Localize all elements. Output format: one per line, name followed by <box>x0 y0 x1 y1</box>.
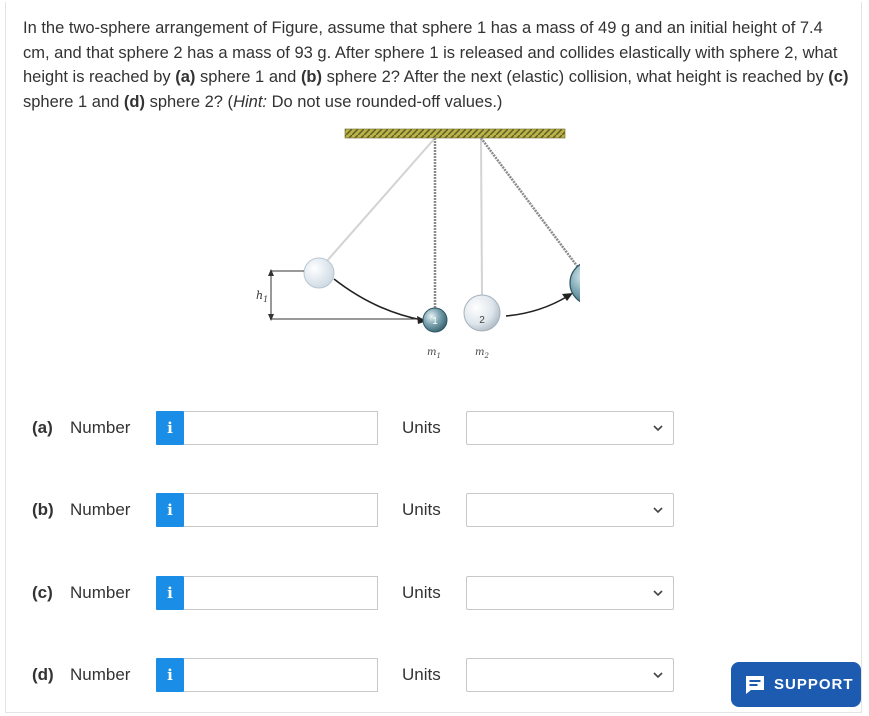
sphere-1-released <box>303 257 335 289</box>
info-icon-c[interactable]: i <box>156 576 184 610</box>
number-input-c[interactable] <box>184 576 378 610</box>
chevron-down-icon <box>653 672 663 679</box>
units-label-d: Units <box>402 665 441 684</box>
number-input-a[interactable] <box>184 411 378 445</box>
chevron-down-icon <box>653 590 663 597</box>
number-input-b[interactable] <box>184 493 378 527</box>
support-label: SUPPORT <box>774 676 854 693</box>
units-label-c: Units <box>402 583 441 602</box>
units-select-a[interactable] <box>466 411 674 445</box>
info-icon-d[interactable]: i <box>156 658 184 692</box>
chevron-down-icon <box>653 507 663 514</box>
part-label-d: (d) <box>32 665 54 684</box>
swing-arc-2 <box>505 295 569 317</box>
m2-label: m2 <box>475 347 489 360</box>
sphere-2-label: 2 <box>479 315 485 326</box>
height-arrow-down <box>268 314 274 321</box>
number-label-b: Number <box>70 500 131 519</box>
answer-row-a: (a) Number i Units <box>0 408 869 448</box>
m1-label: m1 <box>427 347 441 360</box>
units-select-d[interactable] <box>466 658 674 692</box>
string-ghost-2 <box>480 137 483 297</box>
string-ghost-1 <box>318 137 436 271</box>
units-label-a: Units <box>402 418 441 437</box>
number-label-d: Number <box>70 665 131 684</box>
info-icon-b[interactable]: i <box>156 493 184 527</box>
answer-row-c: (c) Number i Units <box>0 573 869 613</box>
chat-icon <box>746 676 764 694</box>
info-icon-a[interactable]: i <box>156 411 184 445</box>
number-label-c: Number <box>70 583 131 602</box>
chevron-down-icon <box>653 425 663 432</box>
part-label-b: (b) <box>32 500 54 519</box>
arc-arrowhead-2 <box>562 293 573 301</box>
string-sphere-2 <box>480 137 580 273</box>
part-label-a: (a) <box>32 418 53 437</box>
units-label-b: Units <box>402 500 441 519</box>
part-label-c: (c) <box>32 583 53 602</box>
number-input-d[interactable] <box>184 658 378 692</box>
support-button[interactable]: SUPPORT <box>731 662 861 707</box>
ceiling-support <box>344 128 566 139</box>
height-arrow-up <box>268 269 274 276</box>
number-label-a: Number <box>70 418 131 437</box>
answer-row-b: (b) Number i Units <box>0 490 869 530</box>
question-text: In the two-sphere arrangement of Figure,… <box>23 19 849 111</box>
units-select-c[interactable] <box>466 576 674 610</box>
sphere-2-swung <box>569 263 580 303</box>
swing-arc-1 <box>333 278 423 321</box>
units-select-b[interactable] <box>466 493 674 527</box>
sphere-1-label: 1 <box>432 316 438 327</box>
pendulum-figure: h1 1 2 m1 m2 <box>256 128 580 360</box>
h1-label: h1 <box>256 289 268 304</box>
